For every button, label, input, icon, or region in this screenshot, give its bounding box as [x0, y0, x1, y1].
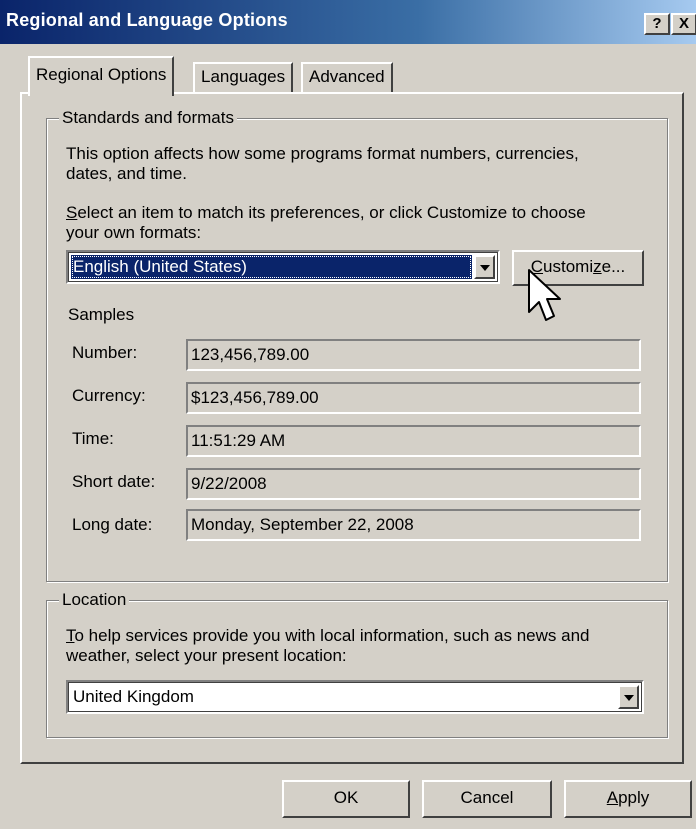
- cancel-button[interactable]: Cancel: [422, 780, 552, 818]
- help-icon: ?: [652, 15, 662, 32]
- button-label: Cancel: [460, 788, 514, 807]
- sample-time-field: 11:51:29 AM: [186, 425, 641, 457]
- location-dropdown[interactable]: United Kingdom: [66, 680, 644, 714]
- location-line-rest: o help services provide you with local i…: [74, 626, 590, 645]
- sample-currency-field: $123,456,789.00: [186, 382, 641, 414]
- close-button[interactable]: X: [671, 13, 696, 35]
- close-icon: X: [678, 15, 689, 32]
- button-label: pply: [618, 788, 650, 807]
- select-line-rest: elect an item to match its preferences, …: [77, 203, 586, 222]
- format-value: English (United States): [71, 255, 472, 279]
- tab-advanced[interactable]: Advanced: [301, 62, 393, 92]
- dialog-window: Regional and Language Options ? X Region…: [0, 0, 696, 829]
- sample-label-short-date: Short date:: [72, 472, 156, 491]
- location-help-text: To help services provide you with local …: [66, 626, 666, 666]
- location-line: weather, select your present location:: [66, 646, 347, 665]
- tab-regional-options[interactable]: Regional Options: [28, 56, 175, 96]
- sample-short-date-field: 9/22/2008: [186, 468, 641, 500]
- mnemonic: T: [66, 626, 75, 645]
- location-value: United Kingdom: [73, 687, 194, 706]
- title-bar[interactable]: Regional and Language Options ? X: [0, 0, 696, 44]
- button-label: e...: [601, 257, 626, 276]
- format-dropdown[interactable]: English (United States): [66, 250, 500, 284]
- chevron-down-icon[interactable]: [618, 685, 639, 709]
- chevron-down-icon[interactable]: [474, 255, 495, 279]
- apply-button[interactable]: Apply: [564, 780, 692, 818]
- mnemonic: z: [593, 257, 602, 276]
- tab-label: Languages: [201, 67, 286, 86]
- window-title: Regional and Language Options: [6, 10, 288, 30]
- sample-label-long-date: Long date:: [72, 515, 153, 534]
- tab-label: Advanced: [309, 67, 385, 86]
- sample-label-number: Number:: [72, 343, 138, 362]
- select-line: your own formats:: [66, 223, 202, 242]
- location-group: Location: [46, 590, 668, 738]
- standards-intro-text: This option affects how some programs fo…: [66, 144, 656, 184]
- standards-select-text: Select an item to match its preferences,…: [66, 203, 666, 243]
- group-label: Location: [59, 590, 130, 610]
- sample-label-currency: Currency:: [72, 386, 146, 405]
- sample-number-field: 123,456,789.00: [186, 339, 641, 371]
- intro-line: dates, and time.: [66, 164, 187, 183]
- help-button[interactable]: ?: [644, 13, 670, 35]
- mnemonic: S: [66, 203, 78, 222]
- sample-long-date-field: Monday, September 22, 2008: [186, 509, 641, 541]
- tab-languages[interactable]: Languages: [193, 62, 294, 92]
- select-line: Select an item to match its preferences,…: [66, 203, 666, 223]
- group-label: Standards and formats: [59, 108, 237, 128]
- samples-label: Samples: [68, 305, 135, 324]
- ok-button[interactable]: OK: [282, 780, 410, 818]
- intro-line: This option affects how some programs fo…: [66, 144, 579, 163]
- mnemonic: A: [606, 788, 619, 807]
- mouse-pointer-icon: [528, 269, 561, 321]
- sample-label-time: Time:: [72, 429, 114, 448]
- button-label: OK: [333, 788, 359, 807]
- tab-label: Regional Options: [36, 65, 167, 84]
- location-line: To help services provide you with local …: [66, 626, 666, 646]
